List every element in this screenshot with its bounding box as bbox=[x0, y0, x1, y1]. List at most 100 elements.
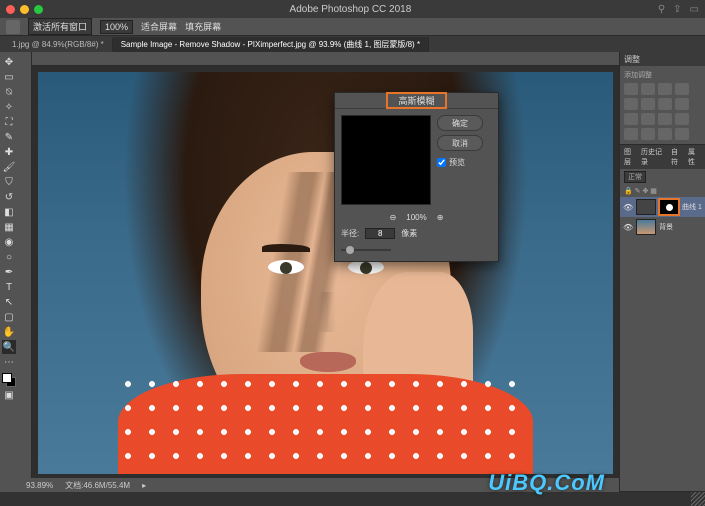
gradient-tool-icon[interactable]: ▦ bbox=[2, 220, 16, 234]
radius-slider[interactable] bbox=[341, 249, 391, 251]
blur-tool-icon[interactable]: ◉ bbox=[2, 235, 16, 249]
tab-properties[interactable]: 属性 bbox=[688, 147, 701, 167]
exposure-icon[interactable] bbox=[675, 83, 689, 95]
pen-tool-icon[interactable]: ✒ bbox=[2, 265, 16, 279]
ok-button[interactable]: 确定 bbox=[437, 115, 483, 131]
lock-icons[interactable]: 🔒 ✎ ✥ ▦ bbox=[624, 187, 657, 195]
invert-icon[interactable] bbox=[675, 113, 689, 125]
layer-mask-thumb[interactable] bbox=[659, 199, 679, 215]
levels-icon[interactable] bbox=[641, 83, 655, 95]
tab-document-2[interactable]: Sample Image - Remove Shadow - PIXimperf… bbox=[113, 37, 429, 52]
document-canvas[interactable] bbox=[38, 72, 613, 474]
resize-handle-icon[interactable] bbox=[691, 492, 705, 506]
layer-row-curves[interactable]: 👁 曲线 1 bbox=[620, 197, 705, 217]
window-controls bbox=[6, 5, 43, 14]
posterize-icon[interactable] bbox=[624, 128, 638, 140]
title-right-icons: ⚲ ⇪ ▭ bbox=[658, 4, 699, 15]
vibrance-icon[interactable] bbox=[624, 98, 638, 110]
quickmask-icon[interactable]: ▣ bbox=[2, 388, 16, 402]
bw-icon[interactable] bbox=[675, 98, 689, 110]
app-title: Adobe Photoshop CC 2018 bbox=[43, 4, 658, 15]
lookup-icon[interactable] bbox=[658, 113, 672, 125]
workspace: ✥ ▭ ⍉ ✧ ⛶ ✎ ✚ 🖌 ⛉ ↺ ◧ ▦ ◉ ○ ✒ T ↖ ▢ ✋ 🔍 … bbox=[0, 52, 705, 492]
type-tool-icon[interactable]: T bbox=[2, 280, 16, 294]
heal-tool-icon[interactable]: ✚ bbox=[2, 145, 16, 159]
background-thumb[interactable] bbox=[636, 219, 656, 235]
minimize-window-icon[interactable] bbox=[20, 5, 29, 14]
more-tools-icon[interactable]: ⋯ bbox=[2, 355, 16, 369]
canvas-area: 93.89% 文档:46.6M/55.4M ▸ 高斯模糊 确定 取消 预览 bbox=[18, 52, 619, 492]
options-bar: 激活所有窗口 100% 适合屏幕 填充屏幕 bbox=[0, 18, 705, 36]
opt-fit-screen[interactable]: 适合屏幕 bbox=[141, 20, 177, 33]
colorbal-icon[interactable] bbox=[658, 98, 672, 110]
hue-icon[interactable] bbox=[641, 98, 655, 110]
adjustments-panel: 调整 添加调整 bbox=[620, 52, 705, 145]
adjustments-header[interactable]: 调整 bbox=[620, 52, 705, 66]
threshold-icon[interactable] bbox=[641, 128, 655, 140]
color-swatch[interactable] bbox=[2, 373, 16, 387]
zoom-level[interactable]: 93.89% bbox=[26, 481, 53, 490]
dodge-tool-icon[interactable]: ○ bbox=[2, 250, 16, 264]
search-icon[interactable]: ⚲ bbox=[658, 4, 665, 15]
chevron-right-icon[interactable]: ▸ bbox=[142, 481, 146, 490]
stamp-tool-icon[interactable]: ⛉ bbox=[2, 175, 16, 189]
channel-mixer-icon[interactable] bbox=[641, 113, 655, 125]
adjustment-icons bbox=[624, 83, 701, 140]
wand-tool-icon[interactable]: ✧ bbox=[2, 100, 16, 114]
dialog-title-bar[interactable]: 高斯模糊 bbox=[335, 93, 498, 109]
marquee-tool-icon[interactable]: ▭ bbox=[2, 70, 16, 84]
home-icon[interactable] bbox=[6, 20, 20, 34]
hand-tool-icon[interactable]: ✋ bbox=[2, 325, 16, 339]
history-brush-icon[interactable]: ↺ bbox=[2, 190, 16, 204]
opt-fill-screen[interactable]: 填充屏幕 bbox=[185, 20, 221, 33]
zoom-in-icon[interactable]: ⊕ bbox=[437, 213, 444, 222]
shape-tool-icon[interactable]: ▢ bbox=[2, 310, 16, 324]
dialog-preview[interactable] bbox=[341, 115, 431, 205]
radius-input[interactable] bbox=[365, 228, 395, 239]
tab-glyphs[interactable]: 自符 bbox=[671, 147, 684, 167]
selective-color-icon[interactable] bbox=[675, 128, 689, 140]
layer-name-curves[interactable]: 曲线 1 bbox=[682, 202, 702, 212]
eraser-tool-icon[interactable]: ◧ bbox=[2, 205, 16, 219]
ruler-horizontal bbox=[32, 52, 619, 66]
layer-row-background[interactable]: 👁 背景 bbox=[620, 217, 705, 237]
gradient-map-icon[interactable] bbox=[658, 128, 672, 140]
preview-checkbox-input[interactable] bbox=[437, 158, 446, 167]
path-tool-icon[interactable]: ↖ bbox=[2, 295, 16, 309]
tab-document-1[interactable]: 1.jpg @ 84.9%(RGB/8#) * bbox=[4, 38, 113, 51]
layer-name-background[interactable]: 背景 bbox=[659, 222, 673, 232]
zoom-tool-icon[interactable]: 🔍 bbox=[2, 340, 16, 354]
share-icon[interactable]: ⇪ bbox=[673, 4, 681, 15]
opt-zoom[interactable]: 100% bbox=[100, 20, 133, 34]
photo-filter-icon[interactable] bbox=[624, 113, 638, 125]
dialog-zoom-value: 100% bbox=[406, 213, 426, 222]
tab-layers[interactable]: 图层 bbox=[624, 147, 637, 167]
adjustment-thumb[interactable] bbox=[636, 199, 656, 215]
tool-palette: ✥ ▭ ⍉ ✧ ⛶ ✎ ✚ 🖌 ⛉ ↺ ◧ ▦ ◉ ○ ✒ T ↖ ▢ ✋ 🔍 … bbox=[0, 52, 18, 492]
foreground-color[interactable] bbox=[2, 373, 12, 383]
cancel-button[interactable]: 取消 bbox=[437, 135, 483, 151]
visibility-icon[interactable]: 👁 bbox=[623, 203, 633, 212]
maximize-window-icon[interactable] bbox=[34, 5, 43, 14]
radius-unit: 像素 bbox=[401, 228, 417, 239]
zoom-out-icon[interactable]: ⊖ bbox=[390, 213, 397, 222]
brush-tool-icon[interactable]: 🖌 bbox=[2, 160, 16, 174]
blend-mode-select[interactable]: 正常 bbox=[624, 171, 646, 183]
curves-icon[interactable] bbox=[658, 83, 672, 95]
visibility-icon[interactable]: 👁 bbox=[623, 223, 633, 232]
move-tool-icon[interactable]: ✥ bbox=[2, 55, 16, 69]
ruler-vertical bbox=[18, 52, 32, 492]
workspace-icon[interactable]: ▭ bbox=[690, 4, 699, 15]
right-panels: 调整 添加调整 bbox=[619, 52, 705, 492]
eyedropper-tool-icon[interactable]: ✎ bbox=[2, 130, 16, 144]
opt-item-1[interactable]: 激活所有窗口 bbox=[28, 18, 92, 35]
preview-checkbox[interactable]: 预览 bbox=[437, 157, 483, 168]
adjust-subtitle: 添加调整 bbox=[624, 70, 701, 80]
lasso-tool-icon[interactable]: ⍉ bbox=[2, 85, 16, 99]
close-window-icon[interactable] bbox=[6, 5, 15, 14]
document-tabs: 1.jpg @ 84.9%(RGB/8#) * Sample Image - R… bbox=[0, 36, 705, 52]
brightness-icon[interactable] bbox=[624, 83, 638, 95]
portrait-image bbox=[38, 72, 613, 474]
crop-tool-icon[interactable]: ⛶ bbox=[2, 115, 16, 129]
tab-history[interactable]: 历史记录 bbox=[641, 147, 667, 167]
